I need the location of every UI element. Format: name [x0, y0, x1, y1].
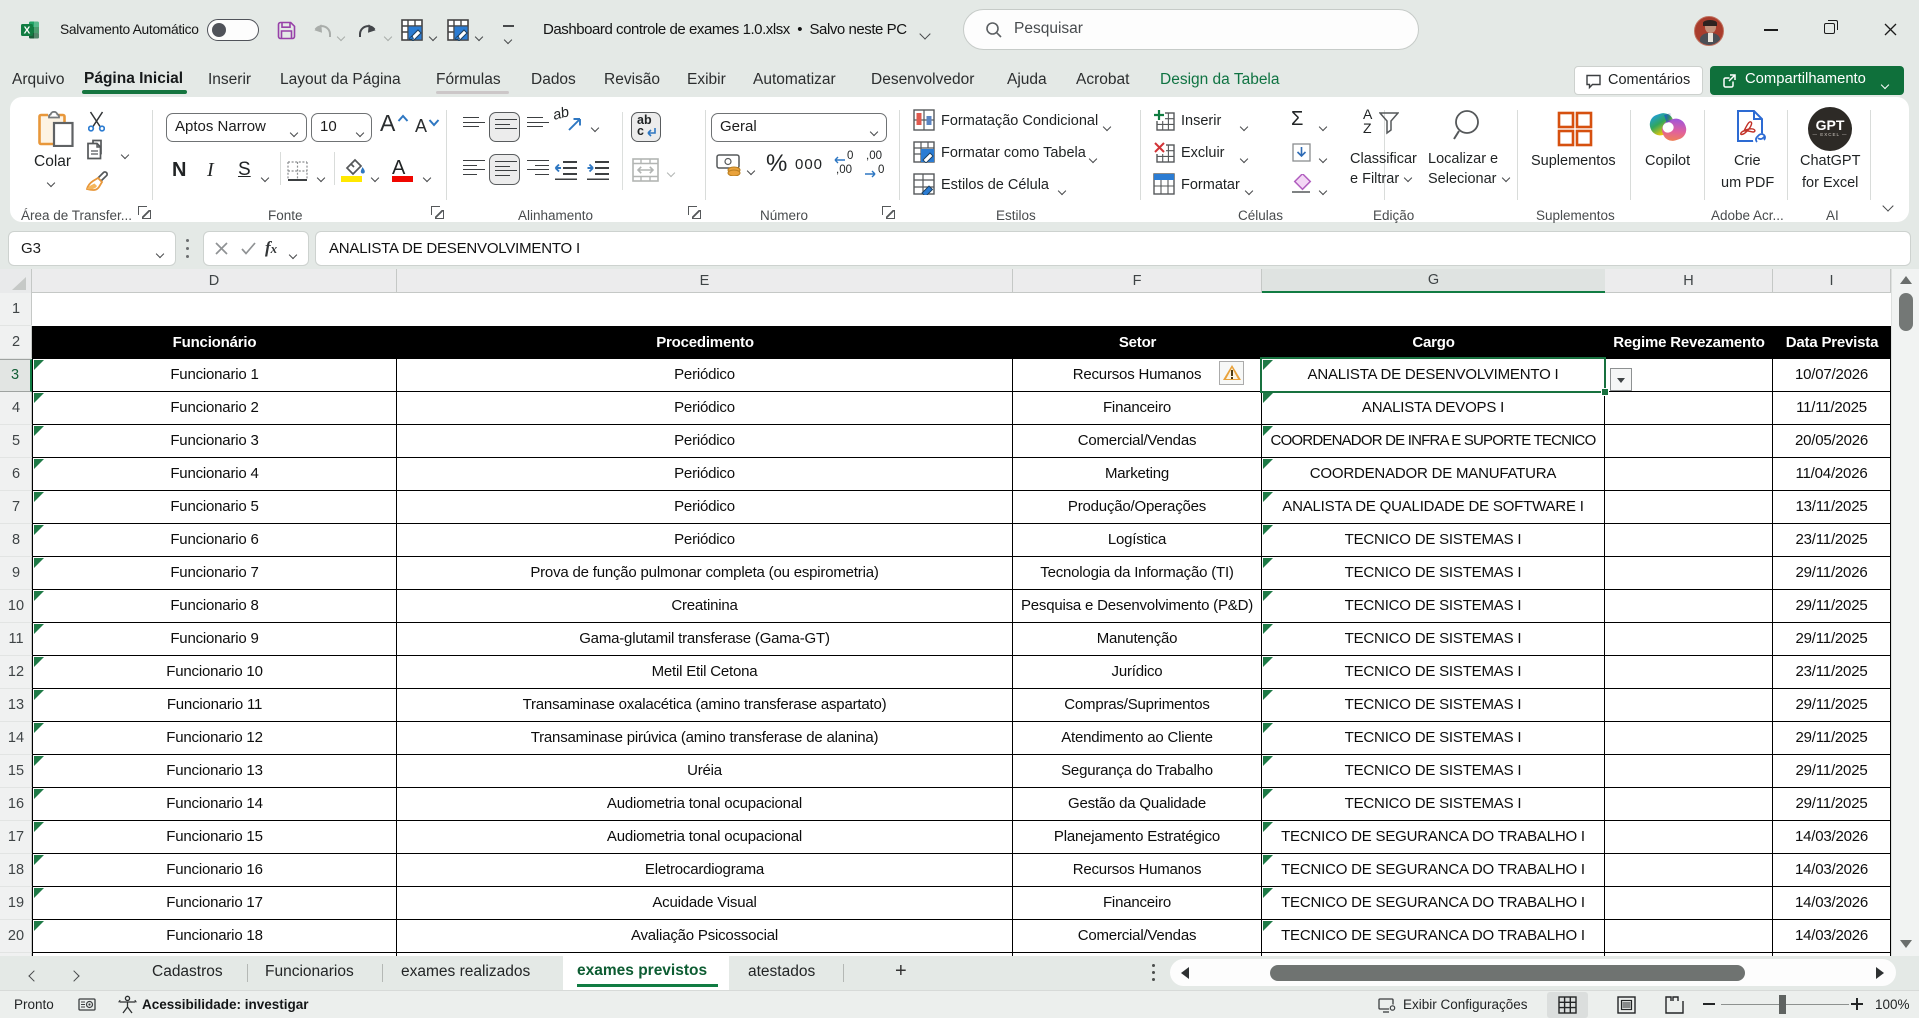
svg-text:X: X: [24, 26, 31, 37]
